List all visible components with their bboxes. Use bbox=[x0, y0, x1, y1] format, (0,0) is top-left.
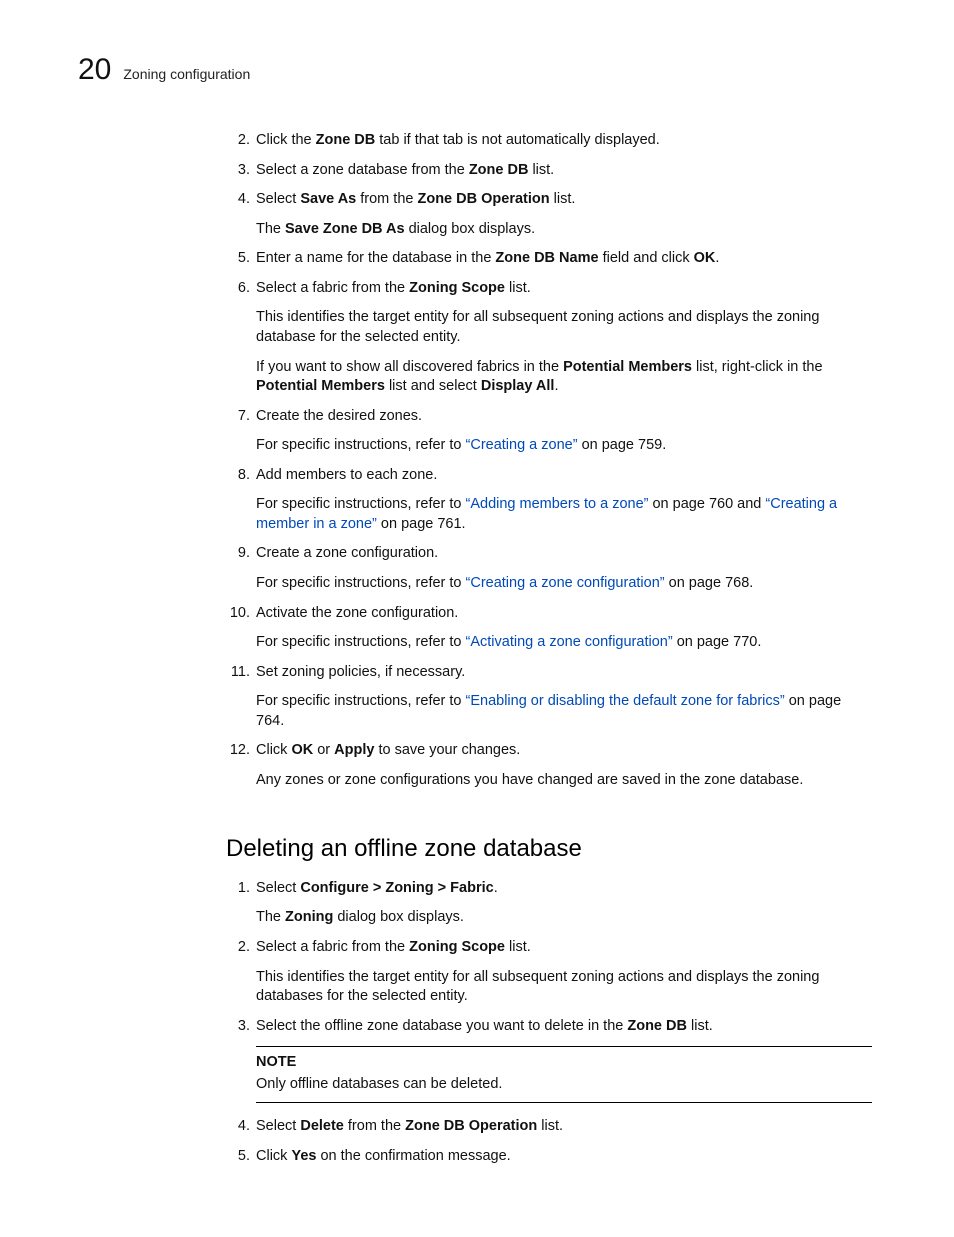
step-item: 10. Activate the zone configuration. For s… bbox=[226, 604, 872, 653]
bold-text: OK bbox=[291, 742, 313, 758]
step-text: Enter a name for the database in the Zon… bbox=[256, 249, 872, 269]
cross-reference-link[interactable]: “Adding members to a zone” bbox=[466, 496, 649, 512]
step-text: Click Yes on the confirmation message. bbox=[256, 1147, 872, 1167]
step-text: Click the Zone DB tab if that tab is not… bbox=[256, 131, 872, 151]
step-item: 1. Select Configure > Zoning > Fabric. The… bbox=[226, 879, 872, 928]
step-item: 4. Select Save As from the Zone DB Operat… bbox=[226, 190, 872, 239]
step-text: This identifies the target entity for al… bbox=[256, 308, 872, 347]
step-number: 3. bbox=[226, 1017, 250, 1037]
step-item: 8. Add members to each zone. For specific … bbox=[226, 466, 872, 535]
bold-text: OK bbox=[694, 250, 716, 266]
step-item: 2. Select a fabric from the Zoning Scope … bbox=[226, 938, 872, 1007]
bold-text: Delete bbox=[300, 1118, 344, 1134]
step-text: This identifies the target entity for al… bbox=[256, 968, 872, 1007]
step-item: 2. Click the Zone DB tab if that tab is n… bbox=[226, 131, 872, 151]
step-text: Select a fabric from the Zoning Scope li… bbox=[256, 938, 872, 958]
step-text: For specific instructions, refer to “Act… bbox=[256, 633, 872, 653]
step-number: 4. bbox=[226, 1117, 250, 1137]
step-item: 5. Click Yes on the confirmation message. bbox=[226, 1147, 872, 1167]
step-number: 2. bbox=[226, 131, 250, 151]
step-item: 11. Set zoning policies, if necessary. For… bbox=[226, 663, 872, 732]
bold-text: Zone DB Operation bbox=[417, 191, 549, 207]
step-number: 8. bbox=[226, 466, 250, 486]
step-number: 6. bbox=[226, 279, 250, 299]
bold-text: Save As bbox=[300, 191, 356, 207]
step-text: Set zoning policies, if necessary. bbox=[256, 663, 872, 683]
bold-text: Zone DB bbox=[469, 162, 529, 178]
section-title: Zoning configuration bbox=[123, 65, 250, 84]
running-header: 20 Zoning configuration bbox=[78, 55, 876, 85]
step-text: Click OK or Apply to save your changes. bbox=[256, 741, 872, 761]
step-item: 6. Select a fabric from the Zoning Scope … bbox=[226, 279, 872, 397]
step-number: 5. bbox=[226, 1147, 250, 1167]
step-text: Select Delete from the Zone DB Operation… bbox=[256, 1117, 872, 1137]
cross-reference-link[interactable]: “Enabling or disabling the default zone … bbox=[466, 693, 785, 709]
step-text: Select Configure > Zoning > Fabric. bbox=[256, 879, 872, 899]
step-item: 7. Create the desired zones. For specific … bbox=[226, 407, 872, 456]
step-number: 10. bbox=[226, 604, 250, 624]
step-number: 9. bbox=[226, 544, 250, 564]
step-text: Any zones or zone configurations you hav… bbox=[256, 771, 872, 791]
step-number: 4. bbox=[226, 190, 250, 210]
step-item: 12. Click OK or Apply to save your change… bbox=[226, 741, 872, 790]
bold-text: Zone DB bbox=[316, 132, 376, 148]
bold-text: Zoning Scope bbox=[409, 280, 505, 296]
step-number: 5. bbox=[226, 249, 250, 269]
procedure-list-top: 2. Click the Zone DB tab if that tab is n… bbox=[226, 131, 872, 791]
step-text: If you want to show all discovered fabri… bbox=[256, 358, 872, 397]
step-text: For specific instructions, refer to “Ena… bbox=[256, 692, 872, 731]
step-text: For specific instructions, refer to “Add… bbox=[256, 495, 872, 534]
chapter-number: 20 bbox=[78, 55, 111, 85]
step-text: Activate the zone configuration. bbox=[256, 604, 872, 624]
step-number: 2. bbox=[226, 938, 250, 958]
step-number: 1. bbox=[226, 879, 250, 899]
step-text: The Save Zone DB As dialog box displays. bbox=[256, 220, 872, 240]
step-text: Select Save As from the Zone DB Operatio… bbox=[256, 190, 872, 210]
bold-text: Potential Members bbox=[256, 378, 385, 394]
page: 20 Zoning configuration 2. Click the Zone… bbox=[0, 0, 954, 1237]
step-item: 4. Select Delete from the Zone DB Operati… bbox=[226, 1117, 872, 1137]
step-number: 11. bbox=[226, 663, 250, 683]
step-text: Select a fabric from the Zoning Scope li… bbox=[256, 279, 872, 299]
step-text: For specific instructions, refer to “Cre… bbox=[256, 574, 872, 594]
note-text: Only offline databases can be deleted. bbox=[256, 1076, 502, 1092]
cross-reference-link[interactable]: “Creating a zone configuration” bbox=[466, 575, 665, 591]
bold-text: Zone DB Operation bbox=[405, 1118, 537, 1134]
bold-text: Yes bbox=[291, 1148, 316, 1164]
cross-reference-link[interactable]: “Activating a zone configuration” bbox=[466, 634, 673, 650]
bold-text: Apply bbox=[334, 742, 374, 758]
bold-text: Zone DB Name bbox=[495, 250, 598, 266]
subsection-heading: Deleting an offline zone database bbox=[226, 833, 872, 865]
procedure-list-delete: 1. Select Configure > Zoning > Fabric. The… bbox=[226, 879, 872, 1167]
bold-text: Potential Members bbox=[563, 359, 692, 375]
bold-text: Zone DB bbox=[627, 1018, 687, 1034]
step-item: 3. Select a zone database from the Zone D… bbox=[226, 161, 872, 181]
bold-text: Configure > Zoning > Fabric bbox=[300, 880, 493, 896]
bold-text: Save Zone DB As bbox=[285, 221, 405, 237]
bold-text: Zoning bbox=[285, 909, 333, 925]
step-text: Create a zone configuration. bbox=[256, 544, 872, 564]
step-number: 3. bbox=[226, 161, 250, 181]
step-item: 3. Select the offline zone database you w… bbox=[226, 1017, 872, 1104]
step-text: Select a zone database from the Zone DB … bbox=[256, 161, 872, 181]
step-number: 7. bbox=[226, 407, 250, 427]
bold-text: Display All bbox=[481, 378, 555, 394]
step-item: 9. Create a zone configuration. For specif… bbox=[226, 544, 872, 593]
step-text: For specific instructions, refer to “Cre… bbox=[256, 436, 872, 456]
note-box: NOTE Only offline databases can be delete… bbox=[256, 1046, 872, 1103]
step-text: The Zoning dialog box displays. bbox=[256, 908, 872, 928]
step-number: 12. bbox=[226, 741, 250, 761]
step-item: 5. Enter a name for the database in the Z… bbox=[226, 249, 872, 269]
bold-text: Zoning Scope bbox=[409, 939, 505, 955]
content-area: 2. Click the Zone DB tab if that tab is n… bbox=[226, 131, 872, 1167]
step-text: Add members to each zone. bbox=[256, 466, 872, 486]
cross-reference-link[interactable]: “Creating a zone” bbox=[466, 437, 578, 453]
step-text: Select the offline zone database you wan… bbox=[256, 1017, 872, 1037]
note-title: NOTE bbox=[256, 1053, 872, 1073]
step-text: Create the desired zones. bbox=[256, 407, 872, 427]
